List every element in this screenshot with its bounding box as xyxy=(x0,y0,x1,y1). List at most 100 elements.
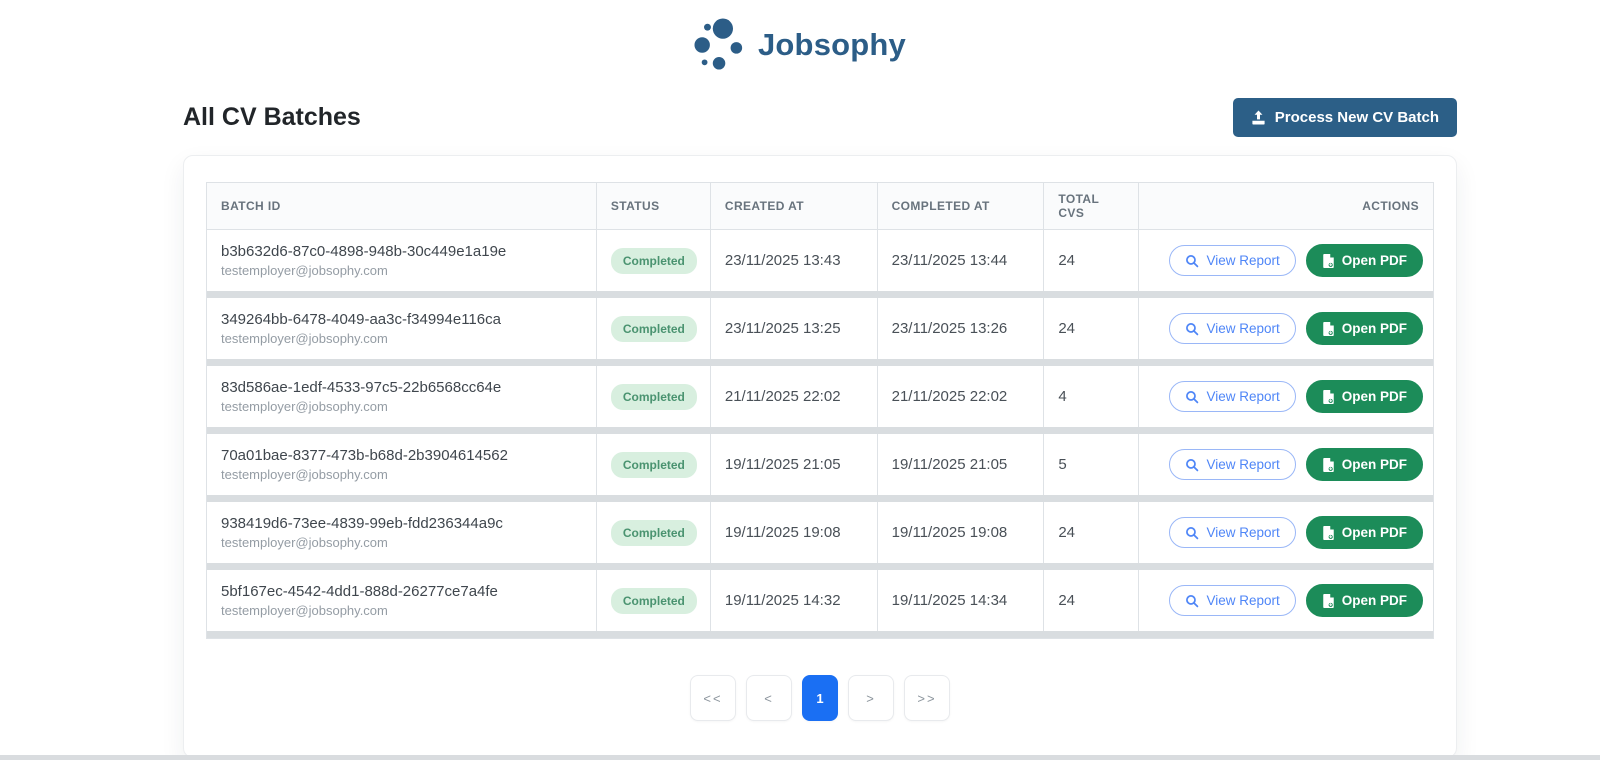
view-report-label: View Report xyxy=(1206,593,1280,608)
total-cvs-text: 5 xyxy=(1058,456,1067,473)
view-report-label: View Report xyxy=(1206,389,1280,404)
actions-cell: View Report Open PDF xyxy=(1139,502,1433,563)
batch-owner-email: testemployer@jobsophy.com xyxy=(221,263,388,278)
open-pdf-button[interactable]: Open PDF xyxy=(1305,584,1423,617)
open-pdf-label: Open PDF xyxy=(1341,253,1407,268)
batch-id-cell: 83d586ae-1edf-4533-97c5-22b6568cc64e tes… xyxy=(207,366,597,427)
created-at-text: 19/11/2025 21:05 xyxy=(724,456,841,473)
open-pdf-label: Open PDF xyxy=(1341,321,1407,336)
total-cvs-text: 4 xyxy=(1058,388,1067,405)
completed-at-cell: 23/11/2025 13:44 xyxy=(878,230,1045,291)
view-report-button[interactable]: View Report xyxy=(1169,245,1296,276)
created-at-cell: 23/11/2025 13:43 xyxy=(711,230,878,291)
status-badge: Completed xyxy=(610,247,697,274)
total-cvs-text: 24 xyxy=(1058,524,1076,541)
view-report-button[interactable]: View Report xyxy=(1169,585,1296,616)
total-cvs-cell: 4 xyxy=(1044,366,1139,427)
batch-id-cell: 938419d6-73ee-4839-99eb-fdd236344a9c tes… xyxy=(207,502,597,563)
open-pdf-button[interactable]: Open PDF xyxy=(1305,448,1423,481)
open-pdf-label: Open PDF xyxy=(1341,457,1407,472)
batch-id-text: 5bf167ec-4542-4dd1-888d-26277ce7a4fe xyxy=(221,583,498,600)
created-at-cell: 23/11/2025 13:25 xyxy=(711,298,878,359)
actions-cell: View Report Open PDF xyxy=(1139,230,1433,291)
pagination-prev-button[interactable]: < xyxy=(746,675,792,721)
view-report-label: View Report xyxy=(1206,253,1280,268)
created-at-cell: 19/11/2025 14:32 xyxy=(711,570,878,631)
open-pdf-button[interactable]: Open PDF xyxy=(1305,244,1423,277)
open-pdf-button[interactable]: Open PDF xyxy=(1305,516,1423,549)
table-row: 83d586ae-1edf-4533-97c5-22b6568cc64e tes… xyxy=(207,366,1433,427)
view-report-label: View Report xyxy=(1206,321,1280,336)
pdf-file-icon xyxy=(1322,457,1335,472)
actions-cell: View Report Open PDF xyxy=(1139,570,1433,631)
total-cvs-cell: 5 xyxy=(1044,434,1139,495)
brand-name: Jobsophy xyxy=(757,27,906,62)
open-pdf-label: Open PDF xyxy=(1341,525,1407,540)
completed-at-text: 19/11/2025 14:34 xyxy=(891,592,1008,609)
completed-at-cell: 19/11/2025 14:34 xyxy=(878,570,1045,631)
table-row: 5bf167ec-4542-4dd1-888d-26277ce7a4fe tes… xyxy=(207,570,1433,631)
pagination-next-button[interactable]: > xyxy=(848,675,894,721)
pagination-page-1-button[interactable]: 1 xyxy=(802,675,838,721)
completed-at-cell: 21/11/2025 22:02 xyxy=(878,366,1045,427)
created-at-text: 23/11/2025 13:25 xyxy=(724,320,841,337)
view-report-button[interactable]: View Report xyxy=(1169,381,1296,412)
completed-at-cell: 19/11/2025 21:05 xyxy=(878,434,1045,495)
pagination-first-button[interactable]: << xyxy=(690,675,736,721)
pdf-file-icon xyxy=(1322,389,1335,404)
process-button-label: Process New CV Batch xyxy=(1274,109,1439,126)
view-report-button[interactable]: View Report xyxy=(1169,449,1296,480)
page: Jobsophy All CV Batches Process New CV B… xyxy=(0,0,1600,758)
jobsophy-dots-logo-icon xyxy=(694,17,746,73)
status-badge: Completed xyxy=(610,451,697,478)
total-cvs-cell: 24 xyxy=(1044,570,1139,631)
table-row: b3b632d6-87c0-4898-948b-30c449e1a19e tes… xyxy=(207,230,1433,291)
total-cvs-text: 24 xyxy=(1058,252,1076,269)
batch-id-text: 70a01bae-8377-473b-b68d-2b3904614562 xyxy=(221,447,508,464)
pdf-file-icon xyxy=(1322,321,1335,336)
created-at-text: 23/11/2025 13:43 xyxy=(724,252,841,269)
table-body: b3b632d6-87c0-4898-948b-30c449e1a19e tes… xyxy=(207,230,1433,631)
status-cell: Completed xyxy=(597,298,711,359)
created-at-text: 19/11/2025 19:08 xyxy=(724,524,841,541)
batch-id-cell: 5bf167ec-4542-4dd1-888d-26277ce7a4fe tes… xyxy=(207,570,597,631)
total-cvs-cell: 24 xyxy=(1044,230,1139,291)
view-report-button[interactable]: View Report xyxy=(1169,313,1296,344)
batch-id-cell: 70a01bae-8377-473b-b68d-2b3904614562 tes… xyxy=(207,434,597,495)
total-cvs-text: 24 xyxy=(1058,592,1076,609)
status-cell: Completed xyxy=(597,434,711,495)
status-badge: Completed xyxy=(610,519,697,546)
open-pdf-label: Open PDF xyxy=(1341,593,1407,608)
total-cvs-cell: 24 xyxy=(1044,502,1139,563)
search-icon xyxy=(1185,458,1199,472)
created-at-text: 21/11/2025 22:02 xyxy=(724,388,841,405)
batch-owner-email: testemployer@jobsophy.com xyxy=(221,535,388,550)
page-title: All CV Batches xyxy=(183,103,361,131)
batch-id-text: b3b632d6-87c0-4898-948b-30c449e1a19e xyxy=(221,243,507,260)
table-header-row: BATCH ID STATUS CREATED AT COMPLETED AT … xyxy=(207,183,1433,230)
status-badge: Completed xyxy=(610,587,697,614)
actions-cell: View Report Open PDF xyxy=(1139,366,1433,427)
created-at-text: 19/11/2025 14:32 xyxy=(724,592,841,609)
total-cvs-cell: 24 xyxy=(1044,298,1139,359)
batch-owner-email: testemployer@jobsophy.com xyxy=(221,399,388,414)
process-new-cv-batch-button[interactable]: Process New CV Batch xyxy=(1232,98,1457,137)
batch-id-cell: b3b632d6-87c0-4898-948b-30c449e1a19e tes… xyxy=(207,230,597,291)
created-at-cell: 19/11/2025 21:05 xyxy=(711,434,878,495)
search-icon xyxy=(1185,254,1199,268)
batch-id-cell: 349264bb-6478-4049-aa3c-f34994e116ca tes… xyxy=(207,298,597,359)
pagination-last-button[interactable]: >> xyxy=(904,675,950,721)
view-report-label: View Report xyxy=(1206,525,1280,540)
view-report-label: View Report xyxy=(1206,457,1280,472)
table-row: 70a01bae-8377-473b-b68d-2b3904614562 tes… xyxy=(207,434,1433,495)
actions-cell: View Report Open PDF xyxy=(1139,434,1433,495)
view-report-button[interactable]: View Report xyxy=(1169,517,1296,548)
created-at-cell: 21/11/2025 22:02 xyxy=(711,366,878,427)
open-pdf-button[interactable]: Open PDF xyxy=(1305,312,1423,345)
table-row: 938419d6-73ee-4839-99eb-fdd236344a9c tes… xyxy=(207,502,1433,563)
completed-at-text: 19/11/2025 19:08 xyxy=(891,524,1008,541)
header-created-at: CREATED AT xyxy=(711,183,878,229)
open-pdf-button[interactable]: Open PDF xyxy=(1305,380,1423,413)
pagination: << < 1 > >> xyxy=(206,675,1434,721)
completed-at-text: 23/11/2025 13:44 xyxy=(891,252,1008,269)
